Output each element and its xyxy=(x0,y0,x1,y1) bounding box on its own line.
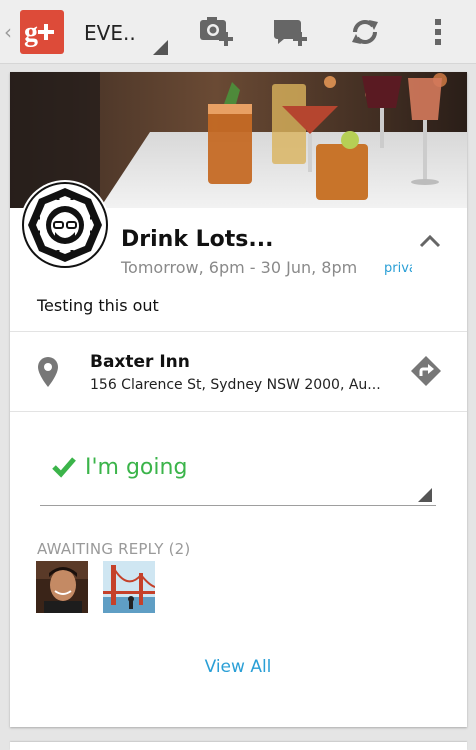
event-time: Tomorrow, 6pm - 30 Jun, 8pm xyxy=(121,258,358,277)
up-navigation-chevron-icon[interactable]: ‹ xyxy=(4,18,14,46)
location-pin-icon xyxy=(36,356,60,388)
svg-text:g: g xyxy=(24,17,38,48)
view-all-link[interactable]: View All xyxy=(188,654,288,680)
venue-name[interactable]: Baxter Inn xyxy=(90,350,390,374)
awaiting-reply-header: AWAITING REPLY (2) xyxy=(37,540,191,558)
divider xyxy=(10,331,467,332)
section-spinner-title[interactable]: EVE.. xyxy=(84,20,144,46)
overflow-menu-button[interactable] xyxy=(418,12,458,52)
refresh-icon xyxy=(352,20,378,44)
event-privacy-label[interactable]: private xyxy=(384,258,412,280)
add-photo-button[interactable] xyxy=(196,12,236,52)
attendee-avatar[interactable] xyxy=(36,561,88,613)
check-icon xyxy=(52,456,76,478)
add-photo-icon xyxy=(200,17,233,46)
dropdown-arrow-icon xyxy=(418,488,432,502)
google-plus-logo-icon[interactable]: g xyxy=(20,10,64,54)
event-host-avatar[interactable] xyxy=(22,182,108,268)
collapse-details-button[interactable] xyxy=(413,226,447,256)
action-bar: ‹ g EVE.. xyxy=(0,0,476,64)
chevron-up-icon xyxy=(419,234,441,248)
directions-button[interactable] xyxy=(410,355,442,387)
refresh-button[interactable] xyxy=(345,12,385,52)
rsvp-dropdown[interactable]: I'm going xyxy=(40,444,436,506)
attendee-avatar[interactable] xyxy=(103,561,155,613)
add-comment-button[interactable] xyxy=(270,12,310,52)
event-card: Drink Lots... Tomorrow, 6pm - 30 Jun, 8p… xyxy=(10,72,467,727)
overflow-menu-icon xyxy=(435,19,441,45)
venue-address[interactable]: 156 Clarence St, Sydney NSW 2000, Au... xyxy=(90,374,390,396)
directions-icon xyxy=(411,356,441,386)
add-comment-icon xyxy=(274,20,307,46)
divider xyxy=(10,411,467,412)
section-spinner-arrow-icon[interactable] xyxy=(153,40,168,55)
event-description: Testing this out xyxy=(37,296,159,315)
rsvp-selected-value: I'm going xyxy=(85,455,188,480)
next-card-edge xyxy=(10,742,467,750)
event-title: Drink Lots... xyxy=(121,227,274,252)
